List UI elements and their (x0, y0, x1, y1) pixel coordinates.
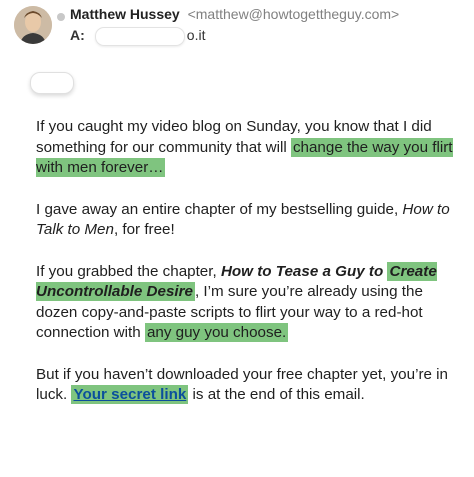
p3-text: If you grabbed the chapter, (36, 262, 217, 280)
recipient-suffix: o.it (186, 27, 206, 44)
sender-email[interactable]: <matthew@howtogettheguy.com> (188, 6, 400, 22)
paragraph-4: But if you haven’t downloaded your free … (36, 365, 456, 406)
highlight-any-guy: any guy you choose. (144, 323, 289, 342)
p2-text: I gave away an entire chapter of my best… (36, 200, 399, 218)
paragraph-3: If you grabbed the chapter, How to Tease… (36, 261, 456, 344)
paragraph-1: If you caught my video blog on Sunday, y… (36, 117, 456, 179)
sender-name[interactable]: Matthew Hussey (70, 6, 180, 22)
p2-text-end: , for free! (113, 221, 175, 238)
email-header: Matthew Hussey <matthew@howtogettheguy.c… (0, 0, 474, 52)
avatar-photo-icon (14, 6, 52, 44)
sender-line: Matthew Hussey <matthew@howtogettheguy.c… (70, 6, 399, 22)
status-dot-icon (57, 13, 65, 21)
secret-link[interactable]: Your secret link (73, 386, 186, 403)
chapter-title: How to Tease a Guy to (220, 262, 384, 280)
redacted-greeting (30, 72, 74, 94)
p4-text-end: is at the end of this email. (192, 386, 365, 403)
email-body: If you caught my video blog on Sunday, y… (36, 117, 456, 427)
paragraph-2: I gave away an entire chapter of my best… (36, 200, 456, 241)
to-label: A: (70, 27, 85, 44)
avatar[interactable] (14, 6, 52, 44)
redacted-recipient (94, 27, 185, 46)
recipient-line: A: o.it (70, 27, 205, 46)
